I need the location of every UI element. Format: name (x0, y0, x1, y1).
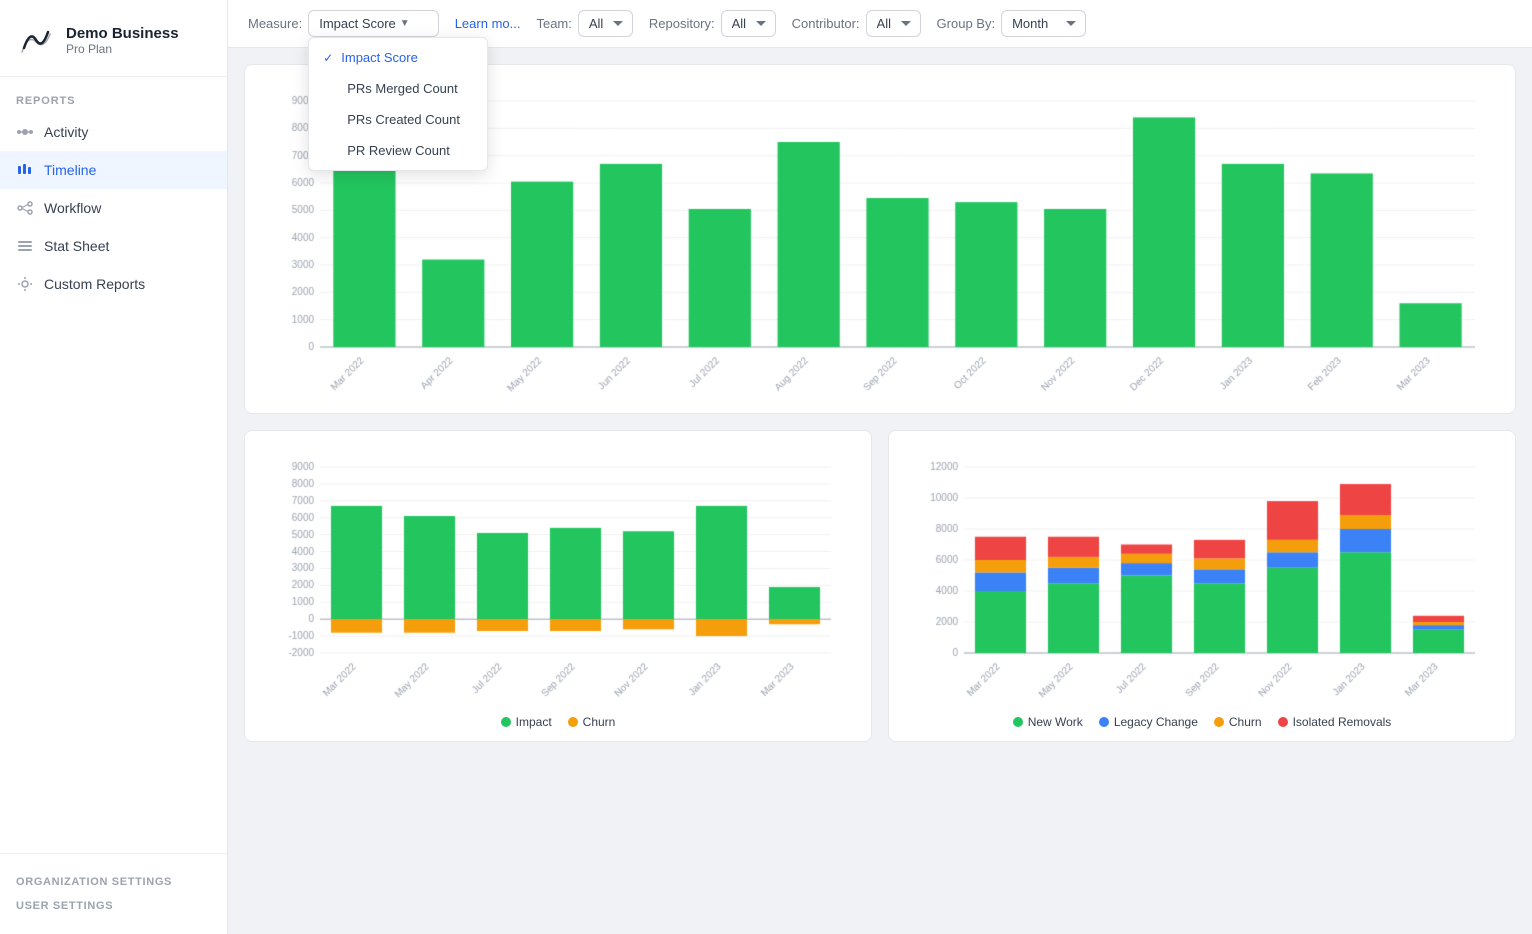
workflow-icon (16, 199, 34, 217)
legend-impact-label: Impact (516, 715, 552, 729)
dropdown-item-pr-review[interactable]: PR Review Count (309, 135, 487, 166)
bottom-row: Impact Churn New Work (244, 430, 1516, 742)
legend-churn-dot (568, 717, 578, 727)
dropdown-item-impact-score[interactable]: ✓ Impact Score (309, 42, 487, 73)
learn-label: Learn mo... (455, 16, 521, 31)
dropdown-item-prs-merged[interactable]: PRs Merged Count (309, 73, 487, 104)
legend-new-work: New Work (1013, 715, 1083, 729)
top-bar: Measure: Impact Score ▼ ✓ Impact Score P… (228, 0, 1532, 48)
custom-icon (16, 275, 34, 293)
bottom-left-legend: Impact Churn (265, 715, 851, 729)
sidebar: Demo Business Pro Plan REPORTS Activity (0, 0, 228, 934)
activity-icon (16, 123, 34, 141)
legend-churn-label: Churn (583, 715, 616, 729)
legend-isolated-dot (1278, 717, 1288, 727)
learn-more-link[interactable]: Learn mo... (455, 16, 521, 31)
legend-churn-right-label: Churn (1229, 715, 1262, 729)
team-filter-group: Team: All (536, 10, 632, 37)
contributor-select[interactable]: All (866, 10, 921, 37)
group-by-label: Group By: (937, 16, 996, 31)
contributor-label: Contributor: (792, 16, 860, 31)
bottom-left-chart-canvas (265, 447, 851, 707)
dropdown-item-label: PRs Created Count (347, 112, 460, 127)
timeline-icon (16, 161, 34, 179)
dropdown-item-label: PR Review Count (347, 143, 450, 158)
sidebar-item-statsheet-label: Stat Sheet (44, 238, 109, 254)
sidebar-item-timeline[interactable]: Timeline (0, 151, 227, 189)
sidebar-bottom: ORGANIZATION SETTINGS USER SETTINGS (0, 853, 227, 934)
measure-dropdown-menu: ✓ Impact Score PRs Merged Count PRs Crea… (308, 37, 488, 171)
legend-legacy-label: Legacy Change (1114, 715, 1198, 729)
org-settings[interactable]: ORGANIZATION SETTINGS (16, 870, 211, 894)
brand-logo (16, 20, 56, 60)
legend-isolated-label: Isolated Removals (1293, 715, 1392, 729)
dropdown-item-prs-created[interactable]: PRs Created Count (309, 104, 487, 135)
legend-legacy: Legacy Change (1099, 715, 1198, 729)
bottom-right-chart-canvas (909, 447, 1495, 707)
repository-filter-group: Repository: All (649, 10, 776, 37)
bottom-left-card: Impact Churn (244, 430, 872, 742)
statsheet-icon (16, 237, 34, 255)
sidebar-item-custom[interactable]: Custom Reports (0, 265, 227, 303)
sidebar-item-workflow[interactable]: Workflow (0, 189, 227, 227)
measure-filter-group: Measure: Impact Score ▼ ✓ Impact Score P… (248, 10, 439, 37)
legend-new-work-label: New Work (1028, 715, 1083, 729)
group-by-select[interactable]: Month Week Quarter (1001, 10, 1086, 37)
bottom-right-legend: New Work Legacy Change Churn Isolated Re… (909, 715, 1495, 729)
sidebar-item-workflow-label: Workflow (44, 200, 101, 216)
legend-churn-right: Churn (1214, 715, 1262, 729)
sidebar-nav: Activity Timeline (0, 113, 227, 303)
legend-legacy-dot (1099, 717, 1109, 727)
brand-name: Demo Business (66, 25, 179, 42)
sidebar-item-activity[interactable]: Activity (0, 113, 227, 151)
charts-area: Impact Churn New Work (228, 48, 1532, 934)
repository-label: Repository: (649, 16, 715, 31)
contributor-filter-group: Contributor: All (792, 10, 921, 37)
dropdown-item-label: Impact Score (341, 50, 418, 65)
sidebar-item-timeline-label: Timeline (44, 162, 96, 178)
main-content: Measure: Impact Score ▼ ✓ Impact Score P… (228, 0, 1532, 934)
team-select[interactable]: All (578, 10, 633, 37)
dropdown-item-label: PRs Merged Count (347, 81, 458, 96)
legend-isolated: Isolated Removals (1278, 715, 1392, 729)
group-by-filter-group: Group By: Month Week Quarter (937, 10, 1087, 37)
repository-select[interactable]: All (721, 10, 776, 37)
brand-plan: Pro Plan (66, 42, 179, 56)
reports-section-label: REPORTS (0, 77, 227, 113)
user-settings[interactable]: USER SETTINGS (16, 894, 211, 918)
sidebar-item-statsheet[interactable]: Stat Sheet (0, 227, 227, 265)
sidebar-item-custom-label: Custom Reports (44, 276, 145, 292)
measure-dropdown-wrapper: Impact Score ▼ ✓ Impact Score PRs Merged… (308, 10, 439, 37)
measure-label: Measure: (248, 16, 302, 31)
legend-new-work-dot (1013, 717, 1023, 727)
legend-churn-right-dot (1214, 717, 1224, 727)
check-icon: ✓ (323, 51, 333, 65)
legend-impact: Impact (501, 715, 552, 729)
sidebar-item-activity-label: Activity (44, 124, 88, 140)
measure-selected-value: Impact Score (319, 16, 396, 31)
brand-area: Demo Business Pro Plan (0, 0, 227, 77)
measure-dropdown-trigger[interactable]: Impact Score ▼ (308, 10, 439, 37)
legend-churn: Churn (568, 715, 616, 729)
bottom-right-card: New Work Legacy Change Churn Isolated Re… (888, 430, 1516, 742)
team-label: Team: (536, 16, 571, 31)
legend-impact-dot (501, 717, 511, 727)
